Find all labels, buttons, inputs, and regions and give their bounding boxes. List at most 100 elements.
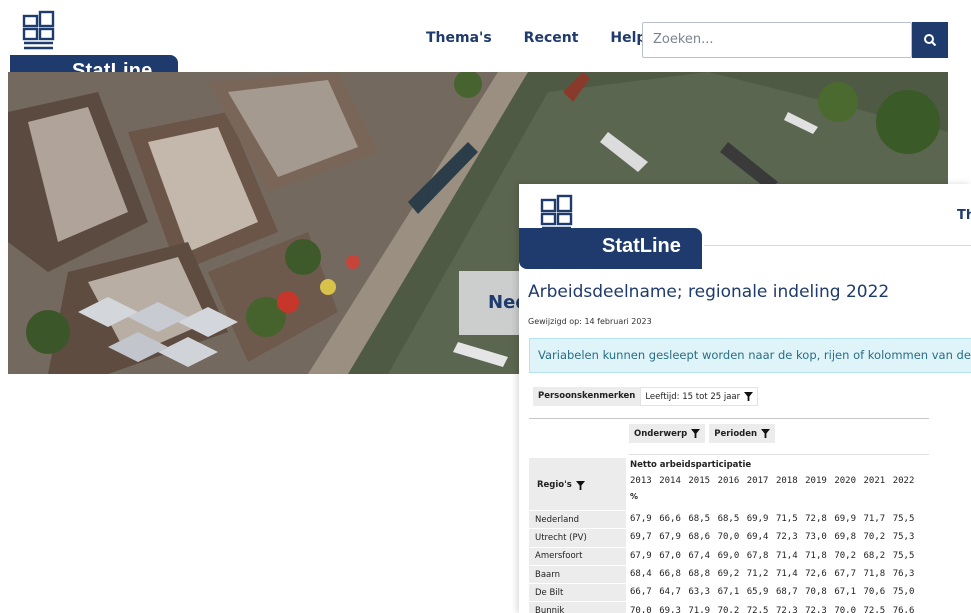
table-cell: 67,1 (717, 587, 740, 598)
year-header: 2015 (688, 476, 711, 486)
row-label[interactable]: Amersfoort (529, 546, 626, 565)
nav-item-themas[interactable]: Thema's (426, 30, 492, 46)
table-cell: 68,2 (863, 550, 886, 561)
year-header: 2020 (834, 476, 856, 486)
pill-regios-label: Regio's (537, 480, 572, 490)
table-cell: 72,3 (775, 605, 798, 613)
table-row: Baarn 68,4 66,8 68,8 69,2 71,2 71,4 72,6 67,7 71,… (529, 564, 922, 584)
brand-name[interactable]: StatLine (602, 235, 681, 258)
table-cell: 67,1 (834, 587, 856, 598)
row-label[interactable]: Baarn (529, 564, 626, 584)
table-cell: 70,2 (717, 605, 740, 613)
table-cell: 71,4 (775, 550, 798, 561)
table-cell: 66,7 (630, 587, 652, 598)
table-cell: 68,4 (630, 569, 652, 580)
pill-onderwerp[interactable]: Onderwerp (629, 424, 706, 443)
table-cell: 72,5 (746, 605, 769, 613)
table-cell: 67,9 (630, 514, 652, 525)
table-cell: 68,5 (688, 514, 711, 525)
subject-header: Netto arbeidsparticipatie (630, 460, 752, 470)
table-cell: 72,3 (775, 532, 798, 543)
pivot-divider (529, 418, 929, 419)
pill-regios[interactable]: Regio's (529, 458, 626, 512)
table-cell: 69,8 (834, 532, 856, 543)
row-label[interactable]: Bunnik (529, 601, 626, 613)
cbs-logo-icon[interactable] (22, 10, 56, 54)
table-cell: 69,4 (746, 532, 769, 543)
table-cell: 68,6 (688, 532, 711, 543)
table-cell: 75,3 (892, 532, 915, 543)
table-cell: 71,7 (863, 514, 886, 525)
table-cell: 72,5 (863, 605, 886, 613)
search-icon (924, 34, 937, 47)
column-area-divider (629, 454, 929, 455)
filter-persoonskenmerken[interactable]: Persoonskenmerken Leeftijd: 15 tot 25 ja… (533, 387, 759, 406)
filter-icon[interactable] (575, 480, 585, 490)
table-cell: 66,6 (659, 514, 681, 525)
row-values: 70,0 69,3 71,9 70,2 72,5 72,3 72,3 70,0 72,5 76,6 (626, 606, 922, 613)
table-cell: 69,0 (717, 550, 740, 561)
unit-label: % (630, 492, 639, 501)
table-cell: 65,9 (746, 587, 769, 598)
search-button[interactable] (912, 22, 948, 58)
table-cell: 73,0 (805, 532, 827, 543)
table-cell: 75,5 (892, 514, 915, 525)
years-header: 2013 2014 2015 2016 2017 2018 2019 2020 … (630, 476, 922, 486)
table-cell: 70,8 (805, 587, 827, 598)
table-cell: 63,3 (688, 587, 711, 598)
table-cell: 75,0 (892, 587, 915, 598)
modified-date: Gewijzigd op: 14 februari 2023 (528, 317, 652, 326)
nav-item-recent[interactable]: Recent (524, 30, 579, 46)
table-cell: 70,2 (834, 550, 856, 561)
nav-item-themas[interactable]: Th (957, 208, 971, 223)
table-cell: 71,8 (863, 569, 886, 580)
table-cell: 71,9 (688, 605, 711, 613)
table-row: Utrecht (PV) 69,7 67,9 68,6 70,0 69,4 72,3 73,0… (529, 528, 922, 547)
table-cell: 64,7 (659, 587, 681, 598)
year-header: 2017 (746, 476, 769, 486)
table-cell: 72,6 (805, 569, 827, 580)
table-cell: 68,7 (775, 587, 798, 598)
table-cell: 69,9 (834, 514, 856, 525)
column-pills: Onderwerp Perioden (629, 424, 779, 443)
table-cell: 67,7 (834, 569, 856, 580)
year-header: 2018 (775, 476, 798, 486)
table-cell: 72,8 (805, 514, 827, 525)
filter-value-pill[interactable]: Leeftijd: 15 tot 25 jaar (640, 387, 759, 406)
main-nav: Thema's Recent Help (426, 30, 678, 46)
page-title: Arbeidsdeelname; regionale indeling 2022 (528, 282, 890, 302)
table-row: Bunnik 70,0 69,3 71,9 70,2 72,5 72,3 72,3 70,0 72… (529, 601, 922, 613)
filter-icon[interactable] (691, 429, 701, 438)
table-cell: 75,5 (892, 550, 915, 561)
filter-icon[interactable] (761, 429, 771, 438)
row-label[interactable]: De Bilt (529, 583, 626, 602)
row-label[interactable]: Utrecht (PV) (529, 528, 626, 547)
table-cell: 71,5 (775, 514, 798, 525)
search-input[interactable]: Zoeken... (642, 22, 912, 58)
filter-icon[interactable] (744, 392, 754, 401)
table-cell: 70,6 (863, 587, 886, 598)
table-cell: 67,0 (659, 550, 681, 561)
table-cell: 66,8 (659, 569, 681, 580)
table-cell: 69,3 (659, 605, 681, 613)
table-cell: 67,9 (659, 532, 681, 543)
table-cell: 70,2 (863, 532, 886, 543)
pill-perioden-label: Perioden (714, 428, 758, 439)
table-cell: 70,0 (717, 532, 740, 543)
table-cell: 71,8 (805, 550, 827, 561)
table-cell: 67,4 (688, 550, 711, 561)
row-label[interactable]: Nederland (529, 510, 626, 529)
pill-perioden[interactable]: Perioden (709, 424, 776, 443)
filter-value: Leeftijd: 15 tot 25 jaar (645, 391, 741, 402)
table-page: StatLine Th Arbeidsdeelname; regionale i… (519, 184, 971, 613)
row-values: 67,9 67,0 67,4 69,0 67,8 71,4 71,8 70,2 68,2 75,5 (626, 551, 922, 561)
row-values: 67,9 66,6 68,5 68,5 69,9 71,5 72,8 69,9 71,7 75,5 (626, 514, 922, 524)
table-cell: 67,9 (630, 550, 652, 561)
table-cell: 67,8 (746, 550, 769, 561)
filter-label[interactable]: Persoonskenmerken (533, 387, 641, 406)
data-table: Nederland 67,9 66,6 68,5 68,5 69,9 71,5 72,8 69,… (529, 510, 922, 613)
year-header: 2019 (805, 476, 827, 486)
table-cell: 70,0 (630, 605, 652, 613)
table-cell: 76,3 (892, 569, 915, 580)
table-row: Nederland 67,9 66,6 68,5 68,5 69,9 71,5 72,8 69,… (529, 510, 922, 529)
